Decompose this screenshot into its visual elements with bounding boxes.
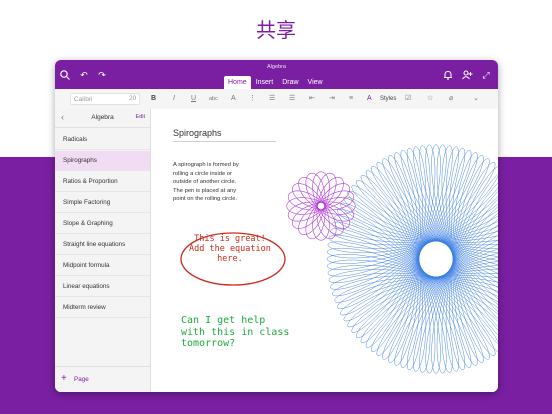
- green-handwritten-note[interactable]: Can I get help with this in class tomorr…: [181, 315, 289, 350]
- page-list-sidebar: ‹ Algebra Edit Radicals Spirographs Rati…: [55, 109, 151, 392]
- search-icon[interactable]: [59, 69, 71, 81]
- undo-icon[interactable]: ↶: [78, 69, 90, 81]
- redo-icon[interactable]: ↷: [96, 69, 108, 81]
- strikethrough-button[interactable]: abc: [209, 93, 218, 105]
- sidebar-item-radicals[interactable]: Radicals: [55, 130, 150, 150]
- bullet-list-icon[interactable]: ☰: [269, 93, 275, 105]
- plus-icon: +: [61, 373, 67, 384]
- add-page-button[interactable]: + Page: [55, 366, 150, 392]
- app-window: ↶ ↷ Algebra Home Insert Draw View ⤢ Cali…: [55, 60, 498, 392]
- bold-button[interactable]: B: [151, 93, 156, 105]
- styles-button[interactable]: Styles: [380, 93, 396, 105]
- align-icon[interactable]: ≡: [349, 93, 353, 105]
- sidebar-header: ‹ Algebra Edit: [55, 109, 150, 128]
- outdent-icon[interactable]: ⇤: [309, 93, 315, 105]
- italic-button[interactable]: I: [173, 93, 175, 105]
- sidebar-item-spirographs[interactable]: Spirographs: [55, 151, 150, 171]
- highlight-icon[interactable]: ⋮: [249, 93, 256, 105]
- star-tag-icon[interactable]: ☆: [427, 93, 433, 105]
- expand-icon[interactable]: ⤢: [480, 69, 492, 81]
- underline-button[interactable]: U: [191, 93, 196, 105]
- tab-draw[interactable]: Draw: [278, 76, 302, 89]
- tab-insert[interactable]: Insert: [252, 76, 278, 89]
- sidebar-item-slope-graphing[interactable]: Slope & Graphing: [55, 214, 150, 234]
- indent-icon[interactable]: ⇥: [329, 93, 335, 105]
- formatting-ribbon: Calibri 20 B I U abc A ⋮ ☰ ☰ ⇤ ⇥ ≡ A Sty…: [55, 89, 498, 110]
- share-user-icon[interactable]: [461, 69, 473, 81]
- note-canvas[interactable]: Spirographs A spirograph is formed by ro…: [151, 109, 498, 392]
- sidebar-item-linear-equations[interactable]: Linear equations: [55, 277, 150, 297]
- promo-headline: 共享: [256, 18, 296, 42]
- sidebar-item-ratios[interactable]: Ratios & Proportion: [55, 172, 150, 192]
- page-body-text[interactable]: A spirograph is formed by rolling a circ…: [173, 161, 269, 204]
- checkbox-tag-icon[interactable]: ☑: [405, 93, 411, 105]
- title-underline: [173, 141, 276, 142]
- page-title[interactable]: Spirographs: [173, 128, 222, 138]
- add-page-label: Page: [74, 376, 89, 383]
- sidebar-item-simple-factoring[interactable]: Simple Factoring: [55, 193, 150, 213]
- sidebar-item-straight-line[interactable]: Straight line equations: [55, 235, 150, 255]
- numbered-list-icon[interactable]: ☰: [289, 93, 295, 105]
- styles-icon[interactable]: A: [367, 93, 372, 105]
- sidebar-item-midterm-review[interactable]: Midterm review: [55, 298, 150, 318]
- more-icon[interactable]: ⌄: [473, 93, 479, 105]
- ribbon-tabs: Home Insert Draw View: [224, 76, 328, 89]
- blue-spirograph-drawing: [326, 144, 498, 374]
- document-title: Algebra: [267, 64, 286, 70]
- red-handwritten-note[interactable]: This is great! Add the equation here.: [189, 234, 271, 264]
- bell-icon[interactable]: [442, 69, 454, 81]
- title-bar: ↶ ↷ Algebra Home Insert Draw View ⤢: [55, 60, 498, 89]
- sidebar-item-midpoint[interactable]: Midpoint formula: [55, 256, 150, 276]
- font-size-field[interactable]: 20: [129, 93, 136, 105]
- edit-button[interactable]: Edit: [136, 114, 145, 120]
- clear-format-icon[interactable]: ⌀: [449, 93, 453, 105]
- tab-home[interactable]: Home: [224, 76, 251, 89]
- font-color-button[interactable]: A: [231, 93, 236, 105]
- tab-view[interactable]: View: [304, 76, 327, 89]
